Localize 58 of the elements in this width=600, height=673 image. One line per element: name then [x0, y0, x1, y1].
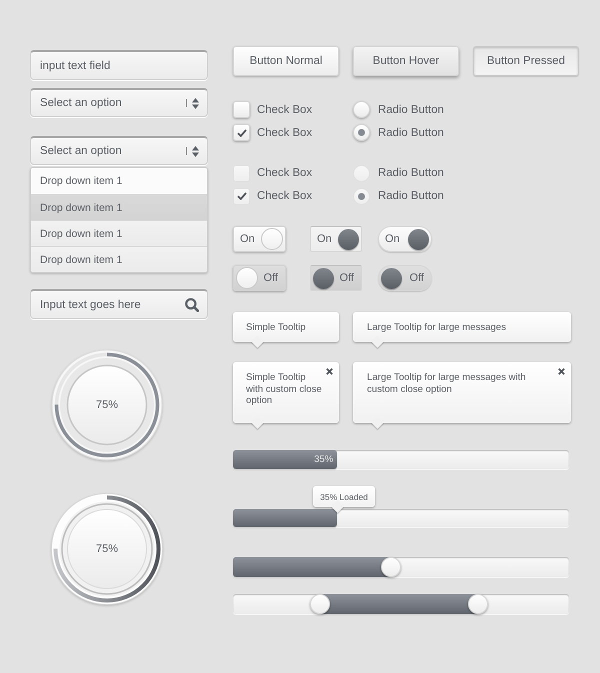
radio-label: Radio Button [378, 126, 444, 138]
slider-track[interactable] [233, 557, 569, 577]
dropdown-item[interactable]: Drop down item 1 [31, 220, 207, 246]
knob-icon [381, 268, 402, 288]
slider-track[interactable] [233, 594, 569, 614]
radio-label: Radio Button [378, 167, 444, 179]
select-field[interactable]: Select an option [30, 136, 208, 165]
tooltip: Simple Tooltip [233, 312, 339, 349]
dropdown-item[interactable]: Drop down item 1 [31, 168, 207, 194]
checkbox[interactable] [233, 188, 250, 204]
checkbox-label: Check Box [257, 104, 312, 116]
radio-label: Radio Button [378, 104, 444, 116]
tooltip-text: Large Tooltip for large messages with custom close option [367, 372, 527, 395]
toggle-switch[interactable]: Off [310, 265, 362, 291]
radio-dot-icon [358, 129, 365, 136]
search-field[interactable]: Input text goes here [30, 289, 208, 319]
sort-arrows-icon [192, 146, 199, 156]
knob-icon [261, 228, 283, 250]
toggle-switch[interactable]: Off [378, 265, 432, 291]
checkbox-label: Check Box [257, 167, 312, 179]
toggle-switch[interactable]: On [378, 226, 432, 252]
slider-thumb[interactable] [468, 594, 488, 614]
checkbox[interactable] [233, 101, 250, 118]
toggle-switch[interactable]: On [233, 226, 286, 252]
dropdown-item[interactable]: Drop down item 1 [31, 194, 207, 220]
tooltip: Large Tooltip for large messages [353, 312, 571, 349]
button[interactable]: Button Pressed [473, 46, 579, 76]
radio-button[interactable] [353, 101, 370, 118]
sort-arrows-icon [192, 98, 199, 108]
button[interactable]: Button Hover [353, 46, 459, 76]
knob-icon [236, 267, 258, 289]
progress-label: 75% [96, 399, 118, 411]
progress-label: 75% [96, 543, 118, 555]
progress-label: 35% [314, 454, 334, 465]
check-icon [236, 192, 246, 200]
toggle-switch[interactable]: On [310, 226, 362, 252]
button[interactable]: Button Normal [233, 46, 339, 76]
slider-thumb[interactable] [310, 594, 330, 614]
close-icon[interactable] [558, 368, 565, 375]
checkbox-label: Check Box [257, 126, 312, 138]
radio-button[interactable] [353, 188, 370, 204]
tooltip-text: Simple Tooltip with custom close option [246, 372, 323, 406]
knob-icon [313, 268, 334, 288]
radio-dot-icon [358, 192, 365, 200]
dropdown-item[interactable]: Drop down item 1 [31, 246, 207, 272]
check-icon [236, 128, 246, 136]
search-icon[interactable] [185, 298, 199, 312]
knob-icon [338, 228, 359, 250]
toggle-switch[interactable]: Off [233, 265, 286, 291]
tooltip-text: 35% Loaded [320, 492, 368, 502]
checkbox[interactable] [233, 124, 250, 141]
select-field[interactable]: Select an option [30, 88, 208, 117]
radio-button[interactable] [353, 124, 370, 141]
knob-icon [408, 228, 429, 250]
checkbox-label: Check Box [257, 190, 312, 202]
radio-label: Radio Button [378, 190, 444, 202]
close-icon[interactable] [326, 368, 333, 375]
text-input[interactable]: input text field [30, 50, 208, 80]
